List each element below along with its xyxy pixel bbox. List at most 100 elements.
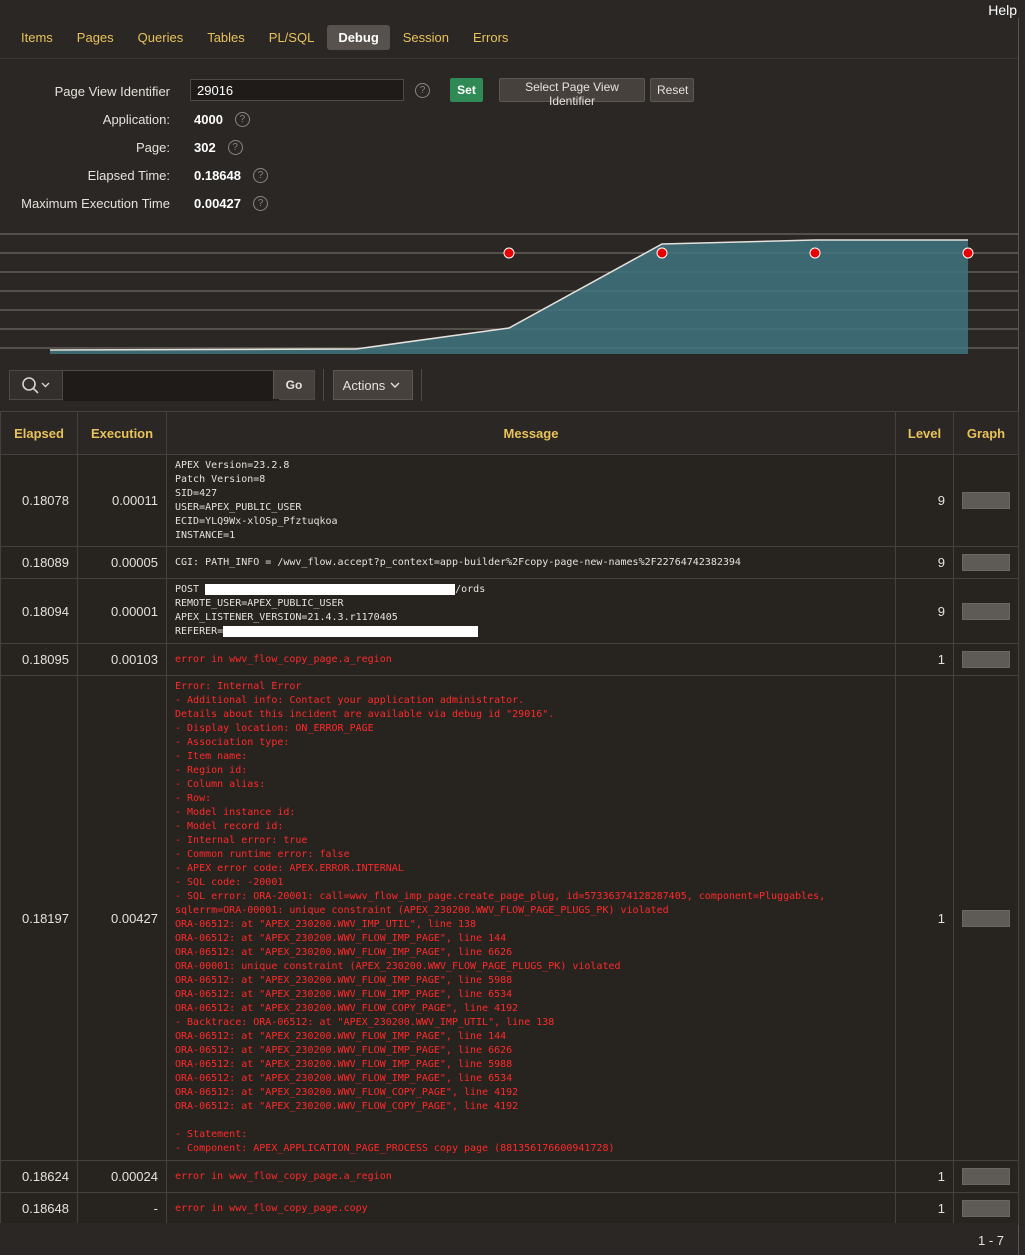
chevron-down-icon — [390, 382, 400, 388]
help-icon[interactable]: ? — [234, 111, 250, 127]
tab-pages[interactable]: Pages — [66, 25, 125, 50]
page-row: Page: 302 ? — [0, 136, 243, 158]
column-header-message[interactable]: Message — [166, 411, 896, 455]
tab-errors[interactable]: Errors — [462, 25, 519, 50]
report-footer: 1 - 7 — [0, 1223, 1018, 1255]
help-icon[interactable]: ? — [253, 195, 268, 211]
graph-bar — [962, 909, 1010, 927]
actions-label: Actions — [342, 377, 386, 393]
data-point-marker — [809, 247, 821, 259]
help-icon[interactable]: ? — [253, 167, 268, 183]
application-value: 4000 — [194, 111, 223, 127]
select-page-view-identifier-button[interactable]: Select Page View Identifier — [499, 78, 645, 108]
pvi-label: Page View Identifier — [54, 83, 170, 99]
level-cell: 1 — [895, 1160, 954, 1193]
execution-chart-svg — [0, 233, 1018, 354]
report-toolbar: Go Actions — [0, 362, 1018, 410]
table-row: 0.18624 0.00024 error in wwv_flow_copy_p… — [0, 1160, 1019, 1193]
data-point-marker — [503, 247, 515, 259]
help-link[interactable]: Help — [988, 2, 1017, 18]
tab-tables[interactable]: Tables — [196, 25, 256, 50]
tab-plsql[interactable]: PL/SQL — [258, 25, 326, 50]
column-header-execution[interactable]: Execution — [77, 411, 167, 455]
table-row: 0.18095 0.00103 error in wwv_flow_copy_p… — [0, 643, 1019, 676]
execution-chart — [0, 231, 1018, 354]
level-cell: 1 — [895, 675, 954, 1161]
tab-debug[interactable]: Debug — [327, 25, 390, 50]
elapsed-cell: 0.18648 — [0, 1192, 78, 1225]
application-label: Application: — [102, 111, 170, 127]
execution-cell: 0.00024 — [77, 1160, 167, 1193]
message-cell: error in wwv_flow_copy_page.a_region — [166, 643, 896, 676]
max-exec-label: Maximum Execution Time — [21, 195, 170, 211]
page-view-identifier-input[interactable] — [190, 79, 404, 101]
level-cell: 1 — [895, 643, 954, 676]
search-bar: Go — [9, 370, 315, 401]
data-point-marker — [656, 247, 668, 259]
message-cell: error in wwv_flow_copy_page.copy — [166, 1192, 896, 1225]
debug-settings-panel: Page View Identifier ? Set Select Page V… — [0, 58, 1018, 231]
table-row: 0.18078 0.00011 APEX Version=23.2.8 Patc… — [0, 454, 1019, 547]
elapsed-cell: 0.18089 — [0, 546, 78, 579]
level-cell: 9 — [895, 546, 954, 579]
message-cell: Error: Internal Error - Additional info:… — [166, 675, 896, 1161]
message-line: APEX_LISTENER_VERSION=21.4.3.r1170405 — [175, 612, 398, 623]
message-referer-prefix: REFERER= — [175, 626, 224, 637]
tab-items[interactable]: Items — [10, 25, 64, 50]
search-input[interactable] — [63, 371, 279, 401]
graph-bar — [962, 492, 1010, 509]
message-cell: POST /ords REMOTE_USER=APEX_PUBLIC_USER … — [166, 578, 896, 644]
top-bar: Help Items Pages Queries Tables PL/SQL D… — [0, 0, 1025, 58]
execution-cell: 0.00001 — [77, 578, 167, 644]
elapsed-value: 0.18648 — [194, 167, 241, 183]
pagination-range: 1 - 7 — [977, 1233, 1004, 1248]
elapsed-cell: 0.18095 — [0, 643, 78, 676]
graph-cell — [953, 546, 1019, 579]
page-label: Page: — [136, 139, 170, 155]
table-row: 0.18089 0.00005 CGI: PATH_INFO = /wwv_fl… — [0, 546, 1019, 579]
redacted-block — [205, 583, 456, 595]
execution-cell: 0.00103 — [77, 643, 167, 676]
data-point-marker — [962, 247, 974, 259]
message-cell: CGI: PATH_INFO = /wwv_flow.accept?p_cont… — [166, 546, 896, 579]
search-column-selector[interactable] — [10, 371, 63, 399]
redacted-block — [223, 625, 479, 637]
graph-bar — [962, 1168, 1010, 1185]
graph-bar — [962, 554, 1010, 571]
max-exec-row: Maximum Execution Time 0.00427 ? — [0, 192, 268, 214]
message-post-prefix: POST — [175, 584, 206, 595]
tab-queries[interactable]: Queries — [127, 25, 195, 50]
debug-messages-table: Elapsed Execution Message Level Graph 0.… — [0, 411, 1019, 1225]
graph-cell — [953, 454, 1019, 547]
level-cell: 9 — [895, 578, 954, 644]
message-cell: APEX Version=23.2.8 Patch Version=8 SID=… — [166, 454, 896, 547]
chevron-down-icon — [41, 382, 50, 388]
actions-menu-button[interactable]: Actions — [333, 370, 413, 400]
column-header-elapsed[interactable]: Elapsed — [0, 411, 78, 455]
help-icon[interactable]: ? — [415, 83, 430, 98]
reset-button[interactable]: Reset — [650, 78, 694, 102]
column-header-level[interactable]: Level — [895, 411, 954, 455]
max-exec-value: 0.00427 — [194, 195, 241, 211]
graph-bar — [962, 1200, 1010, 1217]
execution-cell: 0.00427 — [77, 675, 167, 1161]
graph-cell — [953, 643, 1019, 676]
level-cell: 9 — [895, 454, 954, 547]
execution-cell: - — [77, 1192, 167, 1225]
go-button[interactable]: Go — [273, 371, 314, 399]
column-header-graph[interactable]: Graph — [953, 411, 1019, 455]
pvi-row: Page View Identifier — [0, 80, 170, 102]
divider — [323, 369, 324, 401]
tab-session[interactable]: Session — [392, 25, 460, 50]
table-row: 0.18197 0.00427 Error: Internal Error - … — [0, 675, 1019, 1161]
message-line: REMOTE_USER=APEX_PUBLIC_USER — [175, 598, 344, 609]
graph-cell — [953, 578, 1019, 644]
application-row: Application: 4000 ? — [0, 108, 250, 130]
tab-bar: Items Pages Queries Tables PL/SQL Debug … — [10, 25, 521, 50]
message-cell: error in wwv_flow_copy_page.a_region — [166, 1160, 896, 1193]
execution-cell: 0.00005 — [77, 546, 167, 579]
help-icon[interactable]: ? — [227, 139, 243, 155]
set-button[interactable]: Set — [450, 78, 483, 102]
divider — [421, 369, 422, 401]
graph-bar — [962, 602, 1010, 620]
